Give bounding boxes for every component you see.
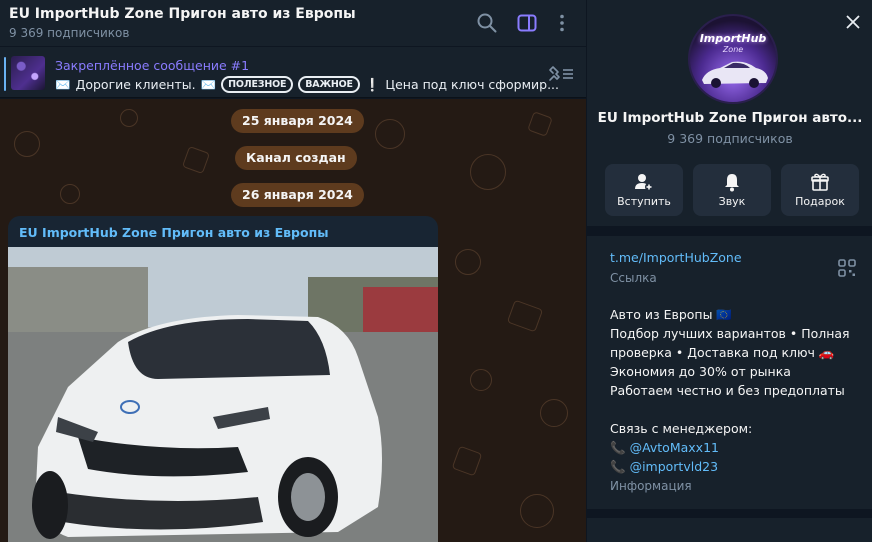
sound-button[interactable]: Звук: [693, 164, 771, 216]
channel-link[interactable]: t.me/ImportHubZone: [610, 250, 742, 265]
qr-code-icon[interactable]: [837, 258, 857, 278]
post-photo[interactable]: [8, 247, 438, 542]
description-line: Авто из Европы 🇪🇺: [610, 307, 732, 322]
channel-title[interactable]: EU ImportHub Zone Пригон авто из Европы: [9, 6, 356, 22]
link-caption: Ссылка: [610, 271, 657, 285]
gift-icon: [811, 173, 829, 191]
wallpaper-doodle: [455, 249, 481, 275]
avatar-logo-text: ImportHub: [699, 32, 767, 45]
avatar-logo-subtext: Zone: [722, 45, 744, 54]
channel-post[interactable]: EU ImportHub Zone Пригон авто из Европы: [8, 216, 438, 542]
description-line: Работаем честно и без предоплаты: [610, 383, 845, 398]
section-divider: [587, 226, 872, 236]
add-user-icon: [635, 174, 653, 191]
join-button[interactable]: Вступить: [605, 164, 683, 216]
envelope-icon: ✉️: [200, 76, 217, 92]
wallpaper-doodle: [540, 399, 568, 427]
date-separator: 25 января 2024: [231, 109, 364, 133]
channel-description: Авто из Европы 🇪🇺 Подбор лучших варианто…: [610, 305, 860, 476]
exclamation-icon: ❕: [364, 76, 381, 92]
contact-line: 📞 @AvtoMaxx11: [610, 438, 860, 457]
search-icon[interactable]: [475, 11, 499, 35]
contact-mention[interactable]: @AvtoMaxx11: [630, 440, 719, 455]
pinned-thumbnail: [11, 56, 45, 90]
message-list[interactable]: 25 января 2024 Канал создан 26 января 20…: [0, 99, 586, 542]
wallpaper-doodle: [14, 131, 40, 157]
pin-list-icon[interactable]: [547, 64, 575, 84]
section-divider: [587, 509, 872, 518]
contact-line: 📞 @importvld23: [610, 457, 860, 476]
more-menu-icon[interactable]: [550, 11, 574, 35]
pinned-indicator: [4, 57, 6, 91]
phone-icon: 📞: [610, 459, 626, 474]
description-line: проверка • Доставка под ключ 🚗: [610, 345, 835, 360]
pinned-title: Закреплённое сообщение #1: [55, 58, 250, 73]
envelope-icon: ✉️: [55, 76, 71, 92]
channel-info-panel: ImportHub Zone EU ImportHub Zone Пригон …: [586, 0, 872, 542]
join-label: Вступить: [617, 195, 671, 208]
close-icon[interactable]: [843, 12, 863, 32]
service-message: Канал создан: [235, 146, 357, 170]
description-line: Подбор лучших вариантов • Полная: [610, 326, 850, 341]
wallpaper-doodle: [120, 109, 138, 127]
phone-icon: 📞: [610, 440, 626, 455]
wallpaper-doodle: [506, 299, 544, 333]
post-author[interactable]: EU ImportHub Zone Пригон авто из Европы: [19, 225, 329, 240]
pinned-chip: ПОЛЕЗНОЕ: [221, 76, 294, 93]
wallpaper-doodle: [527, 111, 553, 137]
chat-header[interactable]: EU ImportHub Zone Пригон авто из Европы …: [0, 0, 586, 46]
gift-label: Подарок: [795, 195, 845, 208]
pinned-message-bar[interactable]: Закреплённое сообщение #1 ✉️ Дорогие кли…: [0, 46, 586, 98]
wallpaper-doodle: [375, 119, 405, 149]
description-line: [610, 400, 860, 419]
gift-button[interactable]: Подарок: [781, 164, 859, 216]
pinned-chip: ВАЖНОЕ: [298, 76, 360, 93]
car-icon: [702, 61, 768, 88]
wallpaper-doodle: [470, 369, 492, 391]
info-subscribers: 9 369 подписчиков: [667, 131, 793, 146]
channel-avatar[interactable]: ImportHub Zone: [688, 14, 778, 104]
bell-icon: [725, 174, 739, 192]
pinned-text-start: Дорогие клиенты.: [75, 77, 196, 92]
sound-label: Звук: [718, 195, 746, 208]
sidebar-toggle-icon[interactable]: [515, 11, 539, 35]
contact-mention[interactable]: @importvld23: [630, 459, 718, 474]
chat-panel: EU ImportHub Zone Пригон авто из Европы …: [0, 0, 586, 542]
info-channel-name: EU ImportHub Zone Пригон авто...: [597, 110, 863, 126]
wallpaper-doodle: [470, 154, 506, 190]
wallpaper-doodle: [451, 445, 483, 477]
description-caption: Информация: [610, 479, 692, 493]
pinned-text-end: Цена под ключ сформир...: [385, 77, 559, 92]
date-separator: 26 января 2024: [231, 183, 364, 207]
channel-subscribers: 9 369 подписчиков: [9, 26, 130, 40]
description-line: Экономия до 30% от рынка: [610, 364, 791, 379]
wallpaper-doodle: [60, 184, 80, 204]
wallpaper-doodle: [520, 494, 554, 528]
wallpaper-doodle: [181, 145, 211, 175]
pinned-preview: ✉️ Дорогие клиенты. ✉️ ПОЛЕЗНОЕ ВАЖНОЕ ❕…: [55, 76, 559, 93]
description-line: Связь с менеджером:: [610, 421, 753, 436]
